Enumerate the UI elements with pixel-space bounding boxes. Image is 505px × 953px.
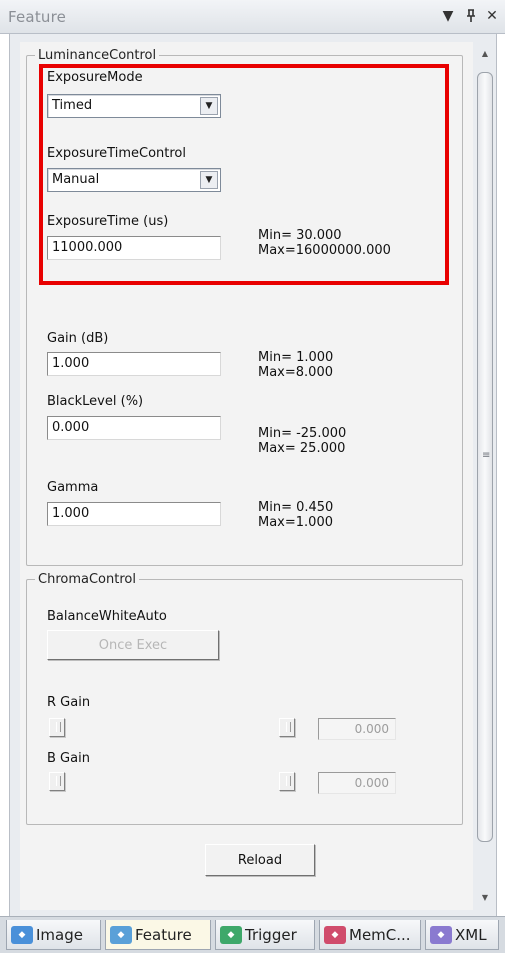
luminance-control-legend: LuminanceControl bbox=[38, 48, 157, 63]
tab-image[interactable]: ◆ Image bbox=[6, 920, 101, 950]
close-icon[interactable]: ✕ bbox=[482, 6, 502, 26]
chevron-down-icon[interactable]: ▼ bbox=[200, 97, 218, 115]
tab-memory-label: MemC... bbox=[349, 925, 411, 944]
window-title: Feature bbox=[8, 8, 67, 26]
gamma-label: Gamma bbox=[47, 480, 99, 495]
tab-trigger-label: Trigger bbox=[245, 925, 297, 944]
grip-icon: ≡ bbox=[482, 450, 491, 461]
scrollbar-thumb[interactable]: ≡ bbox=[477, 72, 493, 842]
balance-white-auto-label: BalanceWhiteAuto bbox=[47, 609, 167, 624]
gain-input[interactable]: 1.000 bbox=[47, 352, 221, 376]
exposure-time-input[interactable]: 11000.000 bbox=[47, 236, 221, 260]
r-gain-label: R Gain bbox=[47, 695, 91, 710]
xml-tab-icon: ◆ bbox=[430, 925, 452, 944]
gamma-value: 1.000 bbox=[52, 506, 90, 521]
bottom-tab-bar: ◆ Image ◆ Feature ◆ Trigger ◆ MemC... ◆ … bbox=[0, 916, 505, 953]
exposure-time-control-select[interactable]: Manual ▼ bbox=[47, 168, 221, 192]
r-gain-slider-left-handle[interactable] bbox=[49, 718, 65, 737]
exposure-time-min: Min= 30.000 bbox=[258, 228, 342, 243]
vertical-scrollbar[interactable]: ▲ ≡ ▼ bbox=[476, 42, 494, 910]
exposure-mode-label: ExposureMode bbox=[47, 70, 143, 85]
tab-xml[interactable]: ◆ XML bbox=[425, 920, 499, 950]
r-gain-field[interactable]: 0.000 bbox=[318, 718, 396, 740]
gamma-min: Min= 0.450 bbox=[258, 500, 334, 515]
title-bar: Feature ▼ ✕ bbox=[0, 0, 505, 34]
chroma-control-legend: ChromaControl bbox=[38, 572, 136, 587]
exposure-time-control-value: Manual bbox=[52, 172, 100, 187]
exposure-time-label: ExposureTime (us) bbox=[47, 214, 169, 229]
black-level-input[interactable]: 0.000 bbox=[47, 416, 221, 440]
gain-range: Min= 1.000 Max=8.000 bbox=[258, 350, 333, 380]
gain-value: 1.000 bbox=[52, 356, 90, 371]
gain-label: Gain (dB) bbox=[47, 331, 109, 346]
b-gain-field[interactable]: 0.000 bbox=[318, 772, 396, 794]
reload-button[interactable]: Reload bbox=[205, 844, 315, 876]
exposure-mode-select[interactable]: Timed ▼ bbox=[47, 94, 221, 118]
tab-feature[interactable]: ◆ Feature bbox=[105, 920, 211, 950]
feature-content: LuminanceControl ExposureMode Timed ▼ Ex… bbox=[20, 42, 473, 910]
gamma-input[interactable]: 1.000 bbox=[47, 502, 221, 526]
trigger-tab-icon: ◆ bbox=[220, 925, 242, 944]
tab-feature-label: Feature bbox=[135, 925, 192, 944]
b-gain-slider-handle[interactable] bbox=[279, 772, 295, 791]
scroll-down-icon[interactable]: ▼ bbox=[476, 888, 494, 906]
gain-min: Min= 1.000 bbox=[258, 350, 334, 365]
tab-trigger[interactable]: ◆ Trigger bbox=[215, 920, 315, 950]
black-level-label: BlackLevel (%) bbox=[47, 394, 144, 409]
memory-tab-icon: ◆ bbox=[324, 925, 346, 944]
exposure-time-range: Min= 30.000 Max=16000000.000 bbox=[258, 228, 391, 258]
b-gain-label: B Gain bbox=[47, 751, 90, 766]
tab-image-label: Image bbox=[36, 925, 83, 944]
gamma-max: Max=1.000 bbox=[258, 515, 333, 530]
exposure-mode-value: Timed bbox=[52, 98, 93, 113]
black-level-max: Max= 25.000 bbox=[258, 441, 346, 456]
exposure-time-control-label: ExposureTimeControl bbox=[47, 146, 186, 161]
once-exec-button[interactable]: Once Exec bbox=[47, 630, 219, 660]
exposure-time-value: 11000.000 bbox=[52, 240, 123, 255]
b-gain-slider-left-handle[interactable] bbox=[49, 772, 65, 791]
b-gain-value: 0.000 bbox=[354, 776, 389, 790]
pin-icon[interactable] bbox=[461, 6, 481, 26]
image-tab-icon: ◆ bbox=[11, 925, 33, 944]
gamma-range: Min= 0.450 Max=1.000 bbox=[258, 500, 333, 530]
dropdown-icon[interactable]: ▼ bbox=[438, 6, 458, 26]
black-level-value: 0.000 bbox=[52, 420, 90, 435]
chevron-down-icon[interactable]: ▼ bbox=[200, 171, 218, 189]
tab-xml-label: XML bbox=[455, 925, 487, 944]
black-level-range: Min= -25.000 Max= 25.000 bbox=[258, 426, 346, 456]
feature-tab-icon: ◆ bbox=[110, 925, 132, 944]
r-gain-value: 0.000 bbox=[354, 722, 389, 736]
gain-max: Max=8.000 bbox=[258, 365, 333, 380]
feature-panel: LuminanceControl ExposureMode Timed ▼ Ex… bbox=[9, 34, 497, 916]
r-gain-slider-handle[interactable] bbox=[279, 718, 295, 737]
black-level-min: Min= -25.000 bbox=[258, 426, 347, 441]
exposure-time-max: Max=16000000.000 bbox=[258, 243, 391, 258]
scroll-up-icon[interactable]: ▲ bbox=[476, 44, 494, 62]
tab-memory[interactable]: ◆ MemC... bbox=[319, 920, 421, 950]
